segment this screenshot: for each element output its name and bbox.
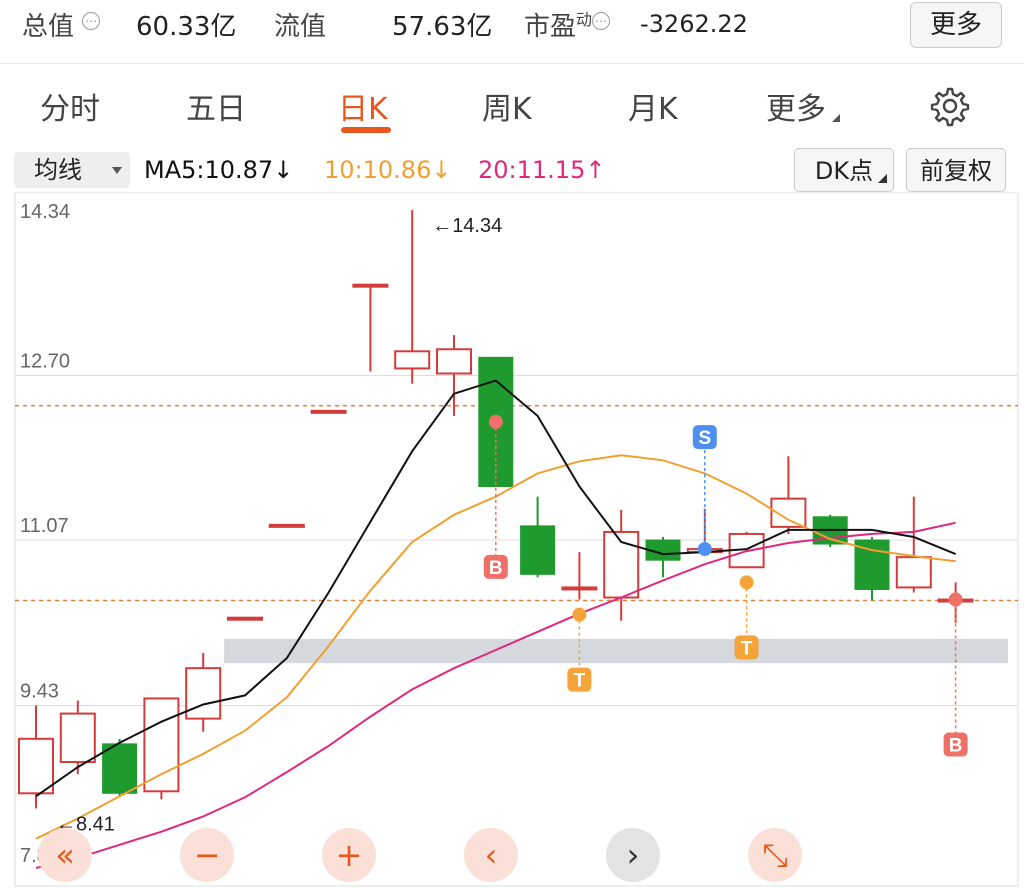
candle-body	[59, 712, 96, 764]
y-tick-label: 11.07	[20, 515, 69, 537]
candle-body	[520, 525, 556, 575]
total-value-label: 总值	[22, 12, 75, 42]
candle	[520, 496, 556, 578]
y-tick-label: 9.43	[20, 681, 59, 703]
support-band	[224, 638, 1009, 664]
total-value: 60.33亿	[136, 12, 237, 42]
candle	[895, 496, 932, 593]
candle-body	[185, 667, 222, 720]
candle	[645, 536, 681, 578]
zoom-out-button[interactable]: −	[180, 828, 234, 882]
divider	[0, 63, 1024, 64]
caret-icon	[878, 174, 887, 183]
indicator-select[interactable]: 均线	[14, 152, 130, 188]
candle	[102, 738, 138, 797]
float-value: 57.63亿	[392, 12, 493, 42]
candle-body	[143, 697, 180, 793]
candle	[59, 700, 96, 775]
dropdown-icon	[112, 167, 122, 174]
more-button[interactable]: 更多	[910, 2, 1002, 48]
total-value-group: 总值 ⋯	[22, 6, 101, 43]
candle-body	[561, 586, 598, 591]
candle-body	[436, 348, 472, 375]
candle	[394, 210, 431, 384]
signal-dot	[948, 592, 963, 607]
candle-body	[268, 523, 305, 528]
signal-dot	[739, 575, 754, 590]
candle	[18, 705, 54, 809]
indicator-select-value: 均线	[34, 156, 82, 184]
candle	[268, 523, 305, 528]
y-tick-label: 12.70	[20, 351, 70, 373]
candle-body	[394, 350, 431, 370]
signal-dot	[697, 542, 712, 557]
signal-label: B	[949, 736, 963, 757]
ma20-value: 20:11.15↑	[478, 156, 606, 184]
float-value-label: 流值	[274, 12, 327, 42]
period-tabs: 分时 五日 日K 周K 月K 更多	[0, 70, 1024, 140]
candle	[770, 456, 807, 534]
fullscreen-button[interactable]: ⤡	[748, 828, 802, 882]
candlestick-chart[interactable]: 14.3412.7011.079.437.80BTSTB←14.34←8.41	[0, 192, 1024, 888]
ma10-value: 10:10.86↓	[324, 156, 452, 184]
signal-label: B	[489, 558, 503, 579]
top-info-bar: 总值 ⋯ 60.33亿 流值 57.63亿 市盈动 ⋯ -3262.22 更多	[0, 0, 1024, 60]
indicator-bar: 均线 MA5:10.87↓ 10:10.86↓ 20:11.15↑ DK点 前复…	[0, 148, 1024, 192]
prev-button[interactable]: ‹	[464, 828, 518, 882]
signal-dot	[572, 607, 587, 622]
adjust-button[interactable]: 前复权	[906, 148, 1006, 192]
tab-monthly-k[interactable]: 月K	[628, 84, 678, 128]
rewind-button[interactable]: «	[38, 828, 92, 882]
y-tick-label: 14.34	[20, 201, 70, 223]
candle-body	[102, 743, 138, 794]
tab-weekly-k[interactable]: 周K	[482, 84, 532, 128]
candle-body	[352, 283, 389, 288]
candle	[227, 616, 263, 621]
info-icon[interactable]: ⋯	[592, 12, 611, 30]
caret-icon	[832, 114, 840, 122]
next-button[interactable]: ›	[606, 828, 660, 882]
pe-superscript: 动	[576, 10, 593, 29]
candle	[185, 653, 222, 732]
signal-label: T	[574, 671, 586, 692]
tab-intraday[interactable]: 分时	[40, 84, 100, 128]
signal-label: T	[741, 638, 753, 659]
candle-body	[18, 737, 54, 795]
active-tab-indicator	[341, 127, 391, 133]
max-price-label: ←14.34	[432, 215, 502, 237]
pe-label: 市盈	[524, 12, 577, 42]
pe-group: 市盈动 ⋯	[524, 6, 611, 43]
candle-body	[895, 556, 932, 589]
gear-icon[interactable]	[928, 83, 972, 127]
info-icon[interactable]: ⋯	[82, 12, 101, 30]
ma5-value: MA5:10.87↓	[144, 156, 294, 184]
tab-more-label: 更多	[766, 92, 826, 127]
dk-point-button[interactable]: DK点	[794, 148, 894, 192]
candle-body	[310, 409, 347, 414]
candle	[561, 552, 598, 600]
candle	[352, 283, 389, 372]
tab-more[interactable]: 更多	[766, 84, 840, 128]
signal-label: S	[698, 428, 711, 449]
candle	[143, 697, 180, 800]
signal-marker: S	[692, 425, 717, 557]
pe-value: -3262.22	[640, 10, 748, 38]
signal-marker: T	[734, 575, 759, 660]
zoom-in-button[interactable]: +	[322, 828, 376, 882]
tab-five-day[interactable]: 五日	[186, 84, 246, 128]
tab-daily-k[interactable]: 日K	[338, 84, 388, 128]
candle-body	[227, 616, 263, 621]
candle	[310, 409, 347, 414]
signal-dot	[488, 414, 503, 429]
dk-point-label: DK点	[814, 157, 874, 185]
